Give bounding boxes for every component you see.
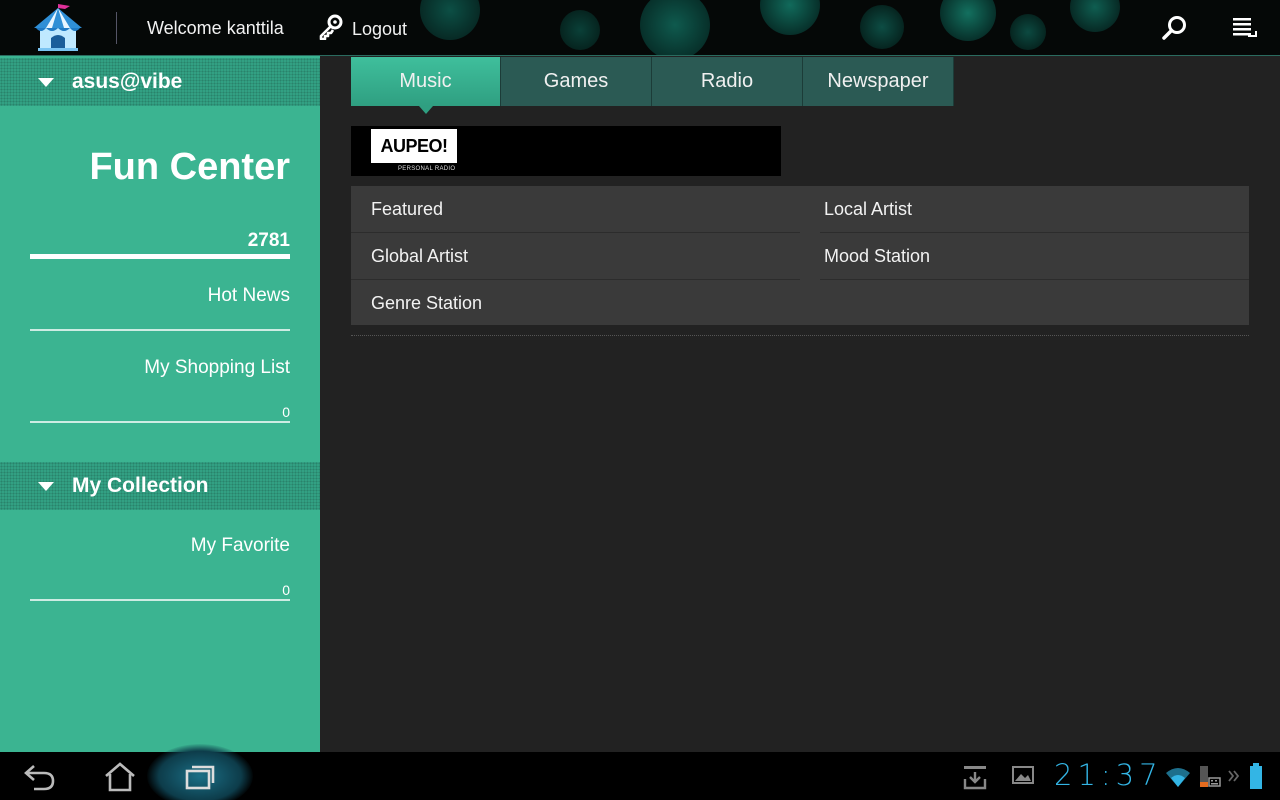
logout-button[interactable]: Logout [318,14,407,44]
category-mood-station[interactable]: Mood Station [804,233,1249,279]
background-bubble [420,0,480,40]
action-bar: Welcome kanttila Logout [0,0,1280,56]
collection-header[interactable]: My Collection [0,462,320,510]
battery-icon [1248,762,1264,795]
search-icon[interactable] [1160,14,1190,44]
divider [351,279,800,280]
points-bar [30,254,290,259]
account-header-label: asus@vibe [72,70,183,93]
aupeo-logo: AUPEO! [371,129,457,163]
divider [30,421,290,423]
welcome-text: Welcome kanttila [147,18,284,38]
page-title: Fun Center [89,146,290,188]
points-value: 2781 [247,230,290,251]
topbar-divider [116,12,117,44]
category-global-artist[interactable]: Global Artist [351,233,800,279]
tent-icon[interactable] [32,4,84,52]
main-content: Music Games Radio Newspaper AUPEO! PERSO… [320,56,1280,752]
background-bubble [760,0,820,35]
background-bubble [640,0,710,55]
divider [351,232,800,233]
sidebar-item-label: My Favorite [190,535,290,556]
sidebar-item-my-favorite[interactable]: My Favorite 0 [30,532,290,604]
sidebar-item-label: My Shopping List [144,357,290,378]
collection-header-label: My Collection [72,474,209,497]
sidebar-item-hot-news[interactable]: Hot News [30,282,290,332]
background-bubble [560,10,600,50]
wifi-icon [1164,766,1192,793]
category-list: Featured Global Artist Genre Station Loc… [351,186,1249,325]
divider [820,279,1249,280]
keyboard-icon [1196,764,1222,795]
divider [30,599,290,601]
account-header[interactable]: asus@vibe [0,58,320,106]
chevron-right-icon [1228,768,1240,789]
system-bar: 21:37 [0,744,1280,800]
download-icon[interactable] [962,764,988,795]
aupeo-tagline: PERSONAL RADIO [398,166,456,172]
sidebar-item-shopping-list[interactable]: My Shopping List 0 [30,354,290,426]
recent-apps-icon[interactable] [180,760,220,794]
dotted-divider [351,335,1249,336]
category-featured[interactable]: Featured [351,186,800,232]
tab-newspaper[interactable]: Newspaper [803,57,954,106]
tab-games[interactable]: Games [501,57,652,106]
background-bubble [860,5,904,49]
divider [820,232,1249,233]
tab-bar: Music Games Radio Newspaper [351,57,954,114]
overflow-menu-icon[interactable] [1230,14,1260,44]
sidebar-item-count: 0 [282,582,290,598]
background-bubble [1010,14,1046,50]
tab-radio[interactable]: Radio [652,57,803,106]
sidebar-item-count: 0 [282,404,290,420]
background-bubble [940,0,996,41]
clock: 21:37 [1054,758,1163,792]
tab-music[interactable]: Music [351,57,501,114]
caret-down-icon [38,77,54,87]
home-icon[interactable] [100,760,140,794]
caret-down-icon [38,481,54,491]
category-genre-station[interactable]: Genre Station [351,280,800,326]
aupeo-banner[interactable]: AUPEO! PERSONAL RADIO [351,126,781,176]
key-icon [318,14,344,45]
logout-label: Logout [352,18,408,39]
gallery-icon[interactable] [1012,764,1034,791]
background-bubble [1070,0,1120,32]
category-local-artist[interactable]: Local Artist [804,186,1249,232]
sidebar: asus@vibe Fun Center 2781 Hot News My Sh… [0,56,320,752]
sidebar-item-label: Hot News [207,285,290,306]
divider [30,329,290,331]
back-icon[interactable] [20,760,60,794]
